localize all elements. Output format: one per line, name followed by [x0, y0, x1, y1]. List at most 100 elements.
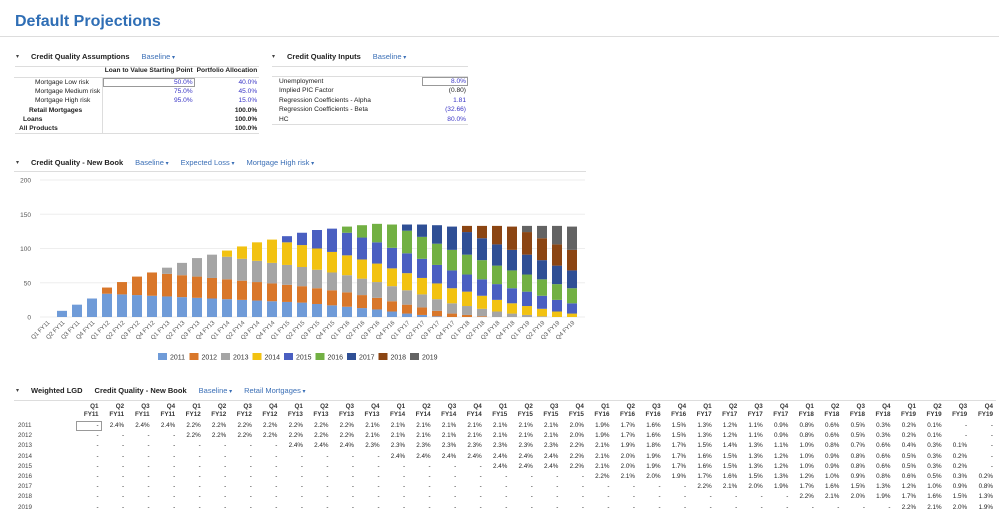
lgd-cell[interactable]: 0.3% — [919, 461, 945, 471]
lgd-cell[interactable]: 1.2% — [894, 482, 920, 492]
lgd-cell[interactable]: - — [204, 482, 230, 492]
lgd-cell[interactable]: 2.0% — [740, 482, 766, 492]
lgd-cell[interactable]: - — [459, 471, 485, 481]
lgd-cell[interactable]: 1.8% — [638, 441, 664, 451]
lgd-cell[interactable]: - — [638, 482, 664, 492]
lgd-cell[interactable]: 1.9% — [587, 421, 613, 431]
lgd-cell[interactable]: - — [127, 451, 153, 461]
lgd-cell[interactable]: 2.3% — [485, 441, 511, 451]
lgd-cell[interactable]: 2.2% — [561, 451, 587, 461]
lgd-cell[interactable]: 1.3% — [970, 492, 996, 502]
lgd-cell[interactable]: 2.4% — [536, 461, 562, 471]
lgd-cell[interactable]: 0.3% — [868, 421, 894, 431]
lgd-cell[interactable]: - — [127, 431, 153, 441]
collapse-caret-icon[interactable]: ▾ — [272, 53, 275, 60]
lgd-cell[interactable]: 0.2% — [970, 471, 996, 481]
lgd-cell[interactable]: - — [689, 492, 715, 502]
lgd-cell[interactable]: 1.7% — [612, 431, 638, 441]
lgd-cell[interactable]: - — [255, 471, 281, 481]
lgd-cell[interactable]: 1.0% — [791, 441, 817, 451]
lgd-cell[interactable]: 1.5% — [715, 451, 741, 461]
lgd-cell[interactable]: 2.1% — [383, 431, 409, 441]
lgd-cell[interactable]: 2.1% — [715, 482, 741, 492]
lgd-cell[interactable]: 2.0% — [561, 421, 587, 431]
lgd-cell[interactable]: 1.9% — [612, 441, 638, 451]
lgd-cell[interactable]: 2.1% — [587, 461, 613, 471]
lgd-cell[interactable]: 0.9% — [817, 461, 843, 471]
lgd-cell[interactable]: 0.6% — [894, 471, 920, 481]
lgd-cell[interactable]: - — [255, 451, 281, 461]
lgd-cell[interactable]: - — [178, 502, 204, 512]
lgd-cell[interactable]: 2.2% — [178, 431, 204, 441]
lgd-cell[interactable]: - — [127, 502, 153, 512]
lgd-cell[interactable]: 0.6% — [868, 461, 894, 471]
lgd-cell[interactable]: - — [434, 471, 460, 481]
lgd-cell[interactable]: - — [408, 461, 434, 471]
lgd-cell[interactable]: - — [280, 502, 306, 512]
input-value[interactable]: (32.66) — [422, 105, 468, 115]
lgd-cell[interactable]: 0.3% — [919, 451, 945, 461]
lgd-cell[interactable]: - — [434, 461, 460, 471]
lgd-cell[interactable]: 2.4% — [331, 441, 357, 451]
lgd-cell[interactable]: 1.3% — [689, 431, 715, 441]
lgd-cell[interactable]: - — [791, 502, 817, 512]
lgd-cell[interactable]: - — [102, 502, 128, 512]
lgd-cell[interactable]: - — [485, 502, 511, 512]
lgd-cell[interactable]: 0.8% — [970, 482, 996, 492]
lgd-cell[interactable]: 2.1% — [485, 421, 511, 431]
lgd-cell[interactable]: 2.1% — [357, 421, 383, 431]
lgd-cell[interactable]: 1.2% — [791, 471, 817, 481]
lgd-cell[interactable]: 2.2% — [229, 431, 255, 441]
lgd-cell[interactable]: - — [76, 461, 102, 471]
lgd-cell[interactable]: - — [587, 502, 613, 512]
lgd-cell[interactable]: 0.3% — [919, 441, 945, 451]
lgd-cell[interactable]: - — [76, 482, 102, 492]
lgd-cell[interactable]: - — [459, 492, 485, 502]
lgd-cell[interactable]: - — [153, 482, 179, 492]
lgd-cell[interactable]: 2.2% — [331, 431, 357, 441]
lgd-cell[interactable]: - — [510, 482, 536, 492]
lgd-cell[interactable]: 0.5% — [894, 451, 920, 461]
lgd-cell[interactable]: 2.3% — [383, 441, 409, 451]
lgd-cell[interactable]: - — [536, 492, 562, 502]
lgd-cell[interactable]: - — [204, 492, 230, 502]
lgd-cell[interactable]: 2.4% — [408, 451, 434, 461]
lgd-cell[interactable]: - — [102, 461, 128, 471]
lgd-cell[interactable]: - — [766, 492, 792, 502]
lgd-cell[interactable]: - — [306, 502, 332, 512]
lgd-cell[interactable]: - — [868, 502, 894, 512]
lgd-cell[interactable]: - — [255, 482, 281, 492]
lgd-cell[interactable]: 2.1% — [459, 421, 485, 431]
lgd-cell[interactable]: - — [331, 502, 357, 512]
lgd-cell[interactable]: 1.1% — [766, 441, 792, 451]
scenario-dropdown[interactable]: Baseline — [142, 52, 175, 61]
lgd-cell[interactable]: - — [76, 502, 102, 512]
input-value[interactable]: 1.81 — [422, 96, 468, 106]
lgd-cell[interactable]: 2.1% — [612, 471, 638, 481]
lgd-cell[interactable]: - — [357, 502, 383, 512]
lgd-cell[interactable]: - — [127, 482, 153, 492]
lgd-cell[interactable]: 1.6% — [689, 451, 715, 461]
lgd-cell[interactable]: - — [383, 461, 409, 471]
lgd-cell[interactable]: - — [76, 451, 102, 461]
lgd-cell[interactable]: - — [817, 502, 843, 512]
lgd-cell[interactable]: - — [204, 441, 230, 451]
lgd-cell[interactable]: - — [178, 451, 204, 461]
lgd-cell[interactable]: 2.0% — [842, 492, 868, 502]
lgd-cell[interactable]: 0.2% — [894, 421, 920, 431]
lgd-cell[interactable]: 0.6% — [868, 451, 894, 461]
lgd-cell[interactable]: - — [306, 461, 332, 471]
lgd-cell[interactable]: - — [204, 471, 230, 481]
lgd-cell[interactable]: 1.9% — [664, 471, 690, 481]
lgd-cell[interactable]: 1.6% — [715, 471, 741, 481]
lgd-cell[interactable]: 1.5% — [715, 461, 741, 471]
lgd-cell[interactable]: 0.2% — [894, 431, 920, 441]
lgd-cell[interactable]: 2.2% — [280, 431, 306, 441]
lgd-cell[interactable]: 2.1% — [357, 431, 383, 441]
lgd-cell[interactable]: 2.2% — [561, 461, 587, 471]
lgd-cell[interactable]: 2.2% — [331, 421, 357, 431]
lgd-cell[interactable]: - — [970, 461, 996, 471]
lgd-cell[interactable]: 1.7% — [894, 492, 920, 502]
lgd-cell[interactable]: 0.2% — [945, 461, 971, 471]
lgd-cell[interactable]: 0.8% — [791, 431, 817, 441]
